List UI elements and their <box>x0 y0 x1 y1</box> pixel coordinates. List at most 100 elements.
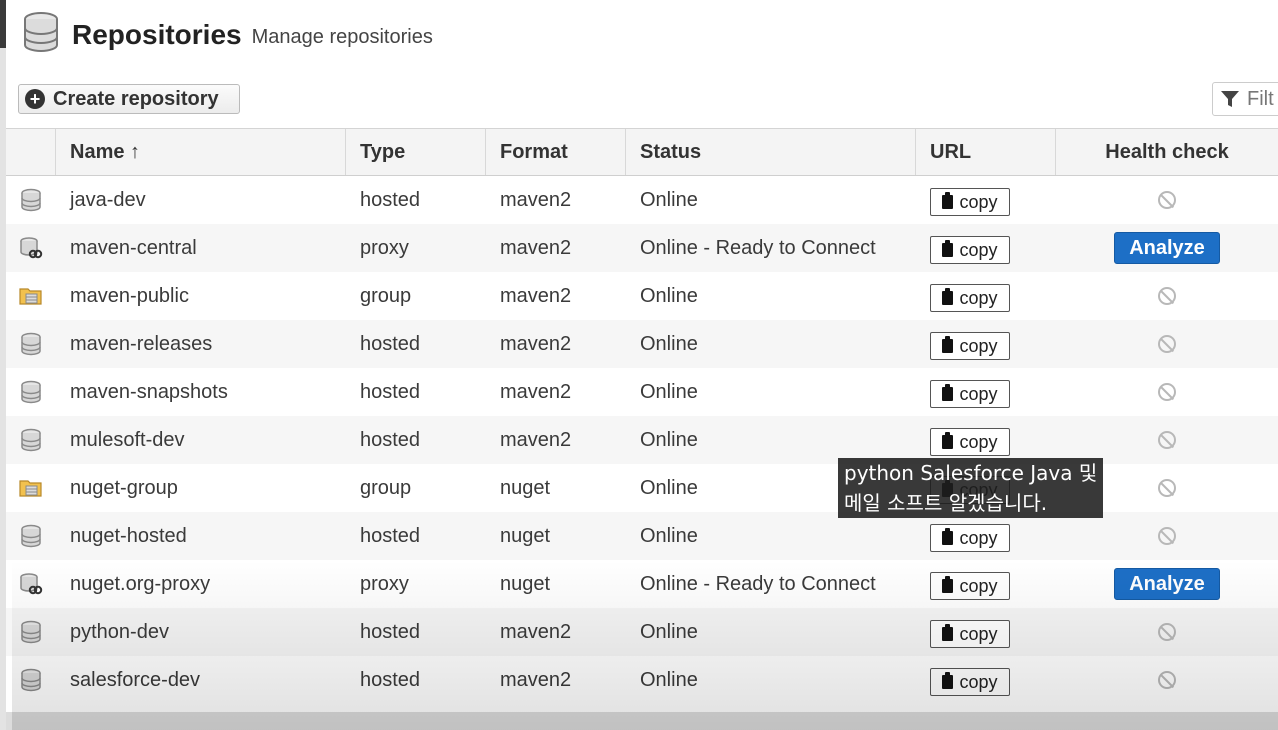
copy-label: copy <box>959 431 998 452</box>
copy-url-button[interactable]: copy <box>930 668 1010 696</box>
url-cell: copy <box>916 608 1056 656</box>
repo-type: hosted <box>360 428 421 451</box>
copy-label: copy <box>959 671 998 692</box>
analyze-button[interactable]: Analyze <box>1114 568 1220 600</box>
header-health-check[interactable]: Health check <box>1056 129 1278 175</box>
copy-url-button[interactable]: copy <box>930 572 1010 600</box>
url-cell: copy <box>916 272 1056 320</box>
table-row[interactable]: mulesoft-dev hosted maven2 Online copy <box>6 416 1278 464</box>
repo-status: Online <box>640 284 698 307</box>
table-row[interactable]: python-dev hosted maven2 Online copy <box>6 608 1278 656</box>
clipboard-icon <box>942 384 954 401</box>
url-cell: copy <box>916 512 1056 560</box>
repo-type: hosted <box>360 668 421 691</box>
create-repository-button[interactable]: + Create repository <box>18 84 240 114</box>
filter-input[interactable]: Filt <box>1212 82 1278 116</box>
repo-format: maven2 <box>500 188 572 211</box>
table-row[interactable]: java-dev hosted maven2 Online copy <box>6 176 1278 224</box>
table-row[interactable]: nuget-hosted hosted nuget Online copy <box>6 512 1278 560</box>
health-check-cell <box>1056 368 1278 416</box>
repo-format: maven2 <box>500 284 572 307</box>
repo-status: Online <box>640 524 698 547</box>
analyze-button[interactable]: Analyze <box>1114 232 1220 264</box>
copy-url-button[interactable]: copy <box>930 332 1010 360</box>
repo-status: Online <box>640 668 698 691</box>
repo-name: maven-releases <box>70 332 213 355</box>
repo-format: maven2 <box>500 380 572 403</box>
table-row[interactable]: maven-releases hosted maven2 Online copy <box>6 320 1278 368</box>
health-check-cell <box>1056 176 1278 224</box>
disabled-icon <box>1158 623 1176 641</box>
proxy-icon <box>6 560 56 608</box>
table-row[interactable]: salesforce-dev hosted maven2 Online copy <box>6 656 1278 704</box>
clipboard-icon <box>942 624 954 641</box>
clipboard-icon <box>942 672 954 689</box>
table-row[interactable]: nuget.org-proxy proxy nuget Online - Ready … <box>6 560 1278 608</box>
repo-type: hosted <box>360 380 421 403</box>
table-row[interactable]: maven-snapshots hosted maven2 Online copy <box>6 368 1278 416</box>
disabled-icon <box>1158 335 1176 353</box>
header-url[interactable]: URL <box>916 129 1056 175</box>
copy-url-button[interactable]: copy <box>930 284 1010 312</box>
health-check-cell <box>1056 416 1278 464</box>
repo-format: nuget <box>500 524 551 547</box>
copy-label: copy <box>959 527 998 548</box>
repo-status: Online <box>640 428 698 451</box>
health-check-cell <box>1056 608 1278 656</box>
copy-url-button[interactable]: copy <box>930 524 1010 552</box>
copy-url-button[interactable]: copy <box>930 188 1010 216</box>
disabled-icon <box>1158 479 1176 497</box>
repo-format: maven2 <box>500 332 572 355</box>
copy-label: copy <box>959 383 998 404</box>
plus-circle-icon: + <box>25 89 45 109</box>
repo-name: nuget.org-proxy <box>70 572 211 595</box>
page-title: Repositories <box>72 18 242 50</box>
disabled-icon <box>1158 383 1176 401</box>
database-icon <box>6 368 56 416</box>
caption-line-1: python Salesforce Java 및 <box>844 461 1098 485</box>
disabled-icon <box>1158 671 1176 689</box>
filter-placeholder: Filt <box>1247 87 1274 110</box>
repo-status: Online <box>640 188 698 211</box>
repo-type: proxy <box>360 236 409 259</box>
repo-type: group <box>360 476 412 499</box>
clipboard-icon <box>942 528 954 545</box>
copy-url-button[interactable]: copy <box>930 380 1010 408</box>
repo-status: Online <box>640 620 698 643</box>
repo-status: Online - Ready to Connect <box>640 236 876 259</box>
proxy-icon <box>6 224 56 272</box>
url-cell: copy <box>916 224 1056 272</box>
header-type[interactable]: Type <box>346 129 486 175</box>
repo-type: proxy <box>360 572 409 595</box>
url-cell: copy <box>916 320 1056 368</box>
repo-type: hosted <box>360 620 421 643</box>
repo-format: nuget <box>500 572 551 595</box>
database-icon <box>6 320 56 368</box>
table-row[interactable]: maven-central proxy maven2 Online - Ready t… <box>6 224 1278 272</box>
copy-url-button[interactable]: copy <box>930 236 1010 264</box>
health-check-cell <box>1056 512 1278 560</box>
repo-format: maven2 <box>500 668 572 691</box>
copy-label: copy <box>959 287 998 308</box>
repo-name: nuget-group <box>70 476 178 499</box>
repo-name: maven-snapshots <box>70 380 228 403</box>
page-header: Repositories Manage repositories <box>22 12 433 57</box>
database-icon <box>22 12 60 57</box>
table-header: Name ↑ Type Format Status URL Health che… <box>6 128 1278 176</box>
database-icon <box>6 608 56 656</box>
copy-url-button[interactable]: copy <box>930 620 1010 648</box>
clipboard-icon <box>942 240 954 257</box>
repo-name: nuget-hosted <box>70 524 187 547</box>
page-subtitle: Manage repositories <box>251 26 433 48</box>
disabled-icon <box>1158 287 1176 305</box>
copy-label: copy <box>959 335 998 356</box>
copy-url-button[interactable]: copy <box>930 428 1010 456</box>
header-name[interactable]: Name ↑ <box>56 129 346 175</box>
database-icon <box>6 416 56 464</box>
url-cell: copy <box>916 416 1056 464</box>
database-icon <box>6 512 56 560</box>
header-format[interactable]: Format <box>486 129 626 175</box>
header-status[interactable]: Status <box>626 129 916 175</box>
disabled-icon <box>1158 191 1176 209</box>
table-row[interactable]: maven-public group maven2 Online copy <box>6 272 1278 320</box>
